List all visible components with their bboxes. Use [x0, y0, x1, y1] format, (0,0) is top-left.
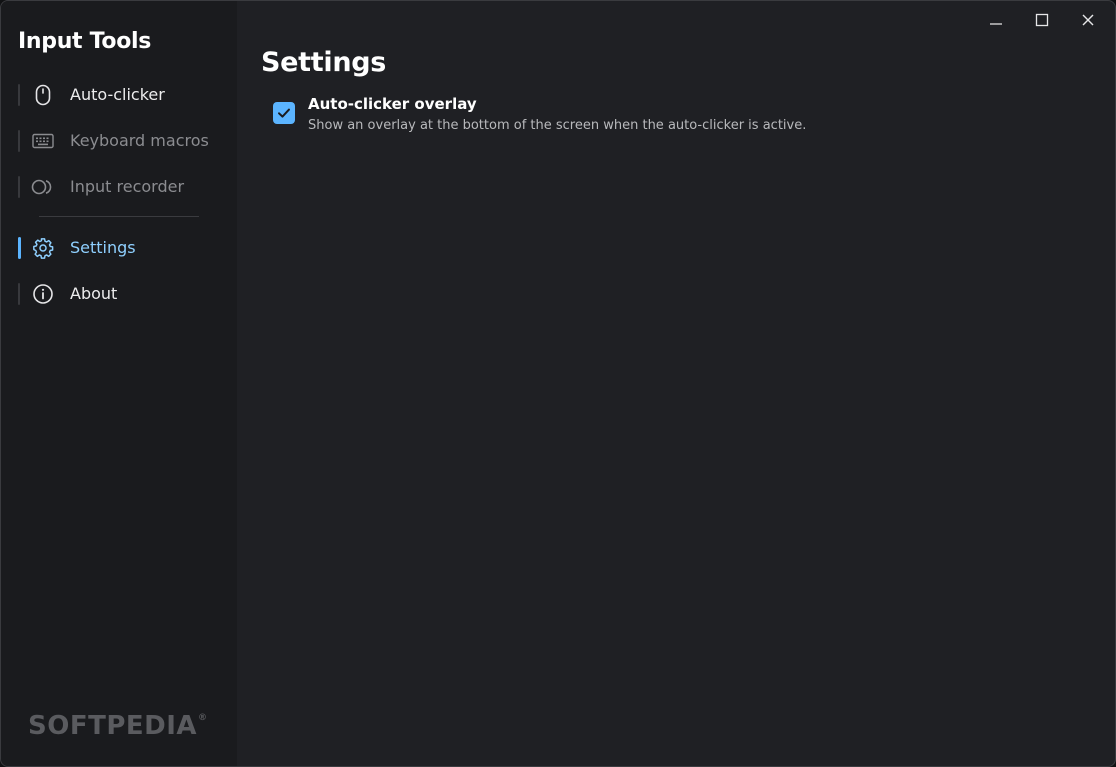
overlay-checkbox[interactable] — [273, 102, 295, 124]
sidebar-item-label: Settings — [70, 238, 136, 257]
nav-indicator — [18, 130, 20, 152]
record-icon — [31, 176, 55, 198]
app-window: Input Tools Auto-clicker Keyboard macros… — [0, 0, 1116, 767]
watermark-logo: SOFTPEDIA® — [28, 711, 208, 741]
sidebar-divider — [39, 216, 199, 217]
gear-icon — [31, 237, 55, 259]
sidebar-item-label: Input recorder — [70, 177, 185, 196]
sidebar-item-keyboard-macros[interactable]: Keyboard macros — [15, 122, 223, 160]
maximize-button[interactable] — [1019, 5, 1065, 37]
nav-indicator — [18, 176, 20, 198]
sidebar-item-auto-clicker[interactable]: Auto-clicker — [15, 76, 223, 114]
nav-indicator — [18, 237, 21, 259]
mouse-icon — [31, 84, 55, 106]
setting-title: Auto-clicker overlay — [308, 95, 477, 113]
checkmark-icon — [278, 108, 290, 118]
sidebar-item-label: About — [70, 284, 118, 303]
minimize-icon — [989, 12, 1003, 31]
sidebar-item-about[interactable]: About — [15, 275, 223, 313]
sidebar-item-label: Auto-clicker — [70, 85, 165, 104]
setting-auto-clicker-overlay: Auto-clicker overlay Show an overlay at … — [269, 93, 889, 139]
sidebar: Input Tools Auto-clicker Keyboard macros… — [1, 1, 237, 766]
nav-indicator — [18, 283, 20, 305]
sidebar-item-settings[interactable]: Settings — [15, 229, 223, 267]
minimize-button[interactable] — [973, 5, 1019, 37]
sidebar-item-input-recorder[interactable]: Input recorder — [15, 168, 223, 206]
setting-description: Show an overlay at the bottom of the scr… — [308, 118, 807, 133]
nav-indicator — [18, 84, 20, 106]
app-title: Input Tools — [18, 29, 152, 54]
close-button[interactable] — [1065, 5, 1111, 37]
sidebar-item-label: Keyboard macros — [70, 131, 209, 150]
keyboard-icon — [31, 130, 55, 152]
maximize-icon — [1035, 12, 1049, 31]
page-title: Settings — [261, 47, 387, 78]
close-icon — [1081, 12, 1095, 31]
info-icon — [31, 283, 55, 305]
